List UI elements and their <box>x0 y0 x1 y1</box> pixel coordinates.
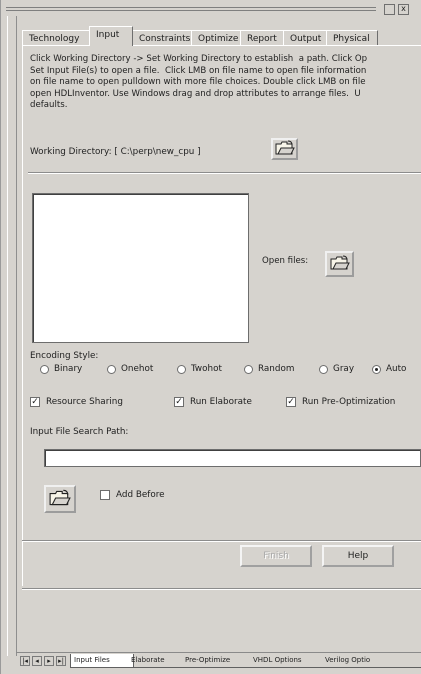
separator <box>28 172 421 174</box>
tab-optimize[interactable]: Optimize <box>191 30 241 46</box>
next-sheet-button[interactable]: ▸ <box>44 656 54 666</box>
encoding-auto-radio[interactable]: Auto <box>372 363 406 375</box>
open-folder-icon <box>330 255 350 274</box>
encoding-style-label: Encoding Style: <box>30 351 99 361</box>
finish-button[interactable]: Finish <box>240 545 312 567</box>
search-path-input[interactable] <box>44 449 421 467</box>
sheet-tab-input-files[interactable]: Input Files <box>70 654 134 668</box>
open-files-button[interactable] <box>325 251 354 277</box>
working-directory-button[interactable] <box>271 138 298 160</box>
previous-icon: ◂ <box>35 657 39 665</box>
minimize-button[interactable] <box>384 4 395 15</box>
title-bar: x <box>6 4 421 15</box>
run-preoptimization-checkbox[interactable]: ✓ Run Pre-Optimization <box>286 396 395 408</box>
first-icon: |◂ <box>22 657 28 665</box>
open-files-label: Open files: <box>262 256 309 266</box>
bottom-sheet-tabs: |◂ ◂ ▸ ▸| Input Files Elaborate Pre-Opti… <box>16 652 421 669</box>
encoding-binary-radio[interactable]: Binary <box>40 363 82 375</box>
tab-report[interactable]: Report <box>240 30 284 46</box>
tab-physical[interactable]: Physical <box>326 30 378 46</box>
close-button[interactable]: x <box>398 4 409 15</box>
add-before-checkbox[interactable]: Add Before <box>100 489 165 501</box>
open-folder-icon <box>275 140 295 159</box>
separator <box>22 588 421 590</box>
help-button[interactable]: Help <box>322 545 394 567</box>
tab-output[interactable]: Output <box>283 30 327 46</box>
left-toolbar-strip <box>2 16 17 656</box>
close-icon: x <box>401 4 406 13</box>
last-sheet-button[interactable]: ▸| <box>56 656 66 666</box>
instructions-text: Click Working Directory -> Set Working D… <box>30 54 368 110</box>
encoding-onehot-radio[interactable]: Onehot <box>107 363 153 375</box>
run-elaborate-checkbox[interactable]: ✓ Run Elaborate <box>174 396 252 408</box>
tab-input[interactable]: Input <box>89 26 133 46</box>
tab-constraints[interactable]: Constraints <box>132 30 192 46</box>
encoding-twohot-radio[interactable]: Twohot <box>177 363 222 375</box>
last-icon: ▸| <box>58 657 64 665</box>
sheet-tab-vhdl-options[interactable]: VHDL Options <box>250 654 326 668</box>
working-directory-label: Working Directory: [ C:\perp\new_cpu ] <box>30 147 201 157</box>
resource-sharing-checkbox[interactable]: ✓ Resource Sharing <box>30 396 123 408</box>
input-files-list[interactable] <box>32 193 249 343</box>
encoding-gray-radio[interactable]: Gray <box>319 363 354 375</box>
sheet-tab-pre-optimize[interactable]: Pre-Optimize <box>182 654 254 668</box>
tab-technology[interactable]: Technology <box>22 30 90 46</box>
previous-sheet-button[interactable]: ◂ <box>32 656 42 666</box>
separator <box>22 540 421 542</box>
encoding-random-radio[interactable]: Random <box>244 363 294 375</box>
tab-bar: Technology Input Constraints Optimize Re… <box>22 24 421 46</box>
sheet-tab-elaborate[interactable]: Elaborate <box>128 654 186 668</box>
browse-search-path-button[interactable] <box>44 485 76 513</box>
sheet-tab-verilog-options[interactable]: Verilog Optio <box>322 654 421 668</box>
open-folder-icon <box>49 489 71 510</box>
next-icon: ▸ <box>47 657 51 665</box>
first-sheet-button[interactable]: |◂ <box>20 656 30 666</box>
search-path-label: Input File Search Path: <box>30 427 129 437</box>
